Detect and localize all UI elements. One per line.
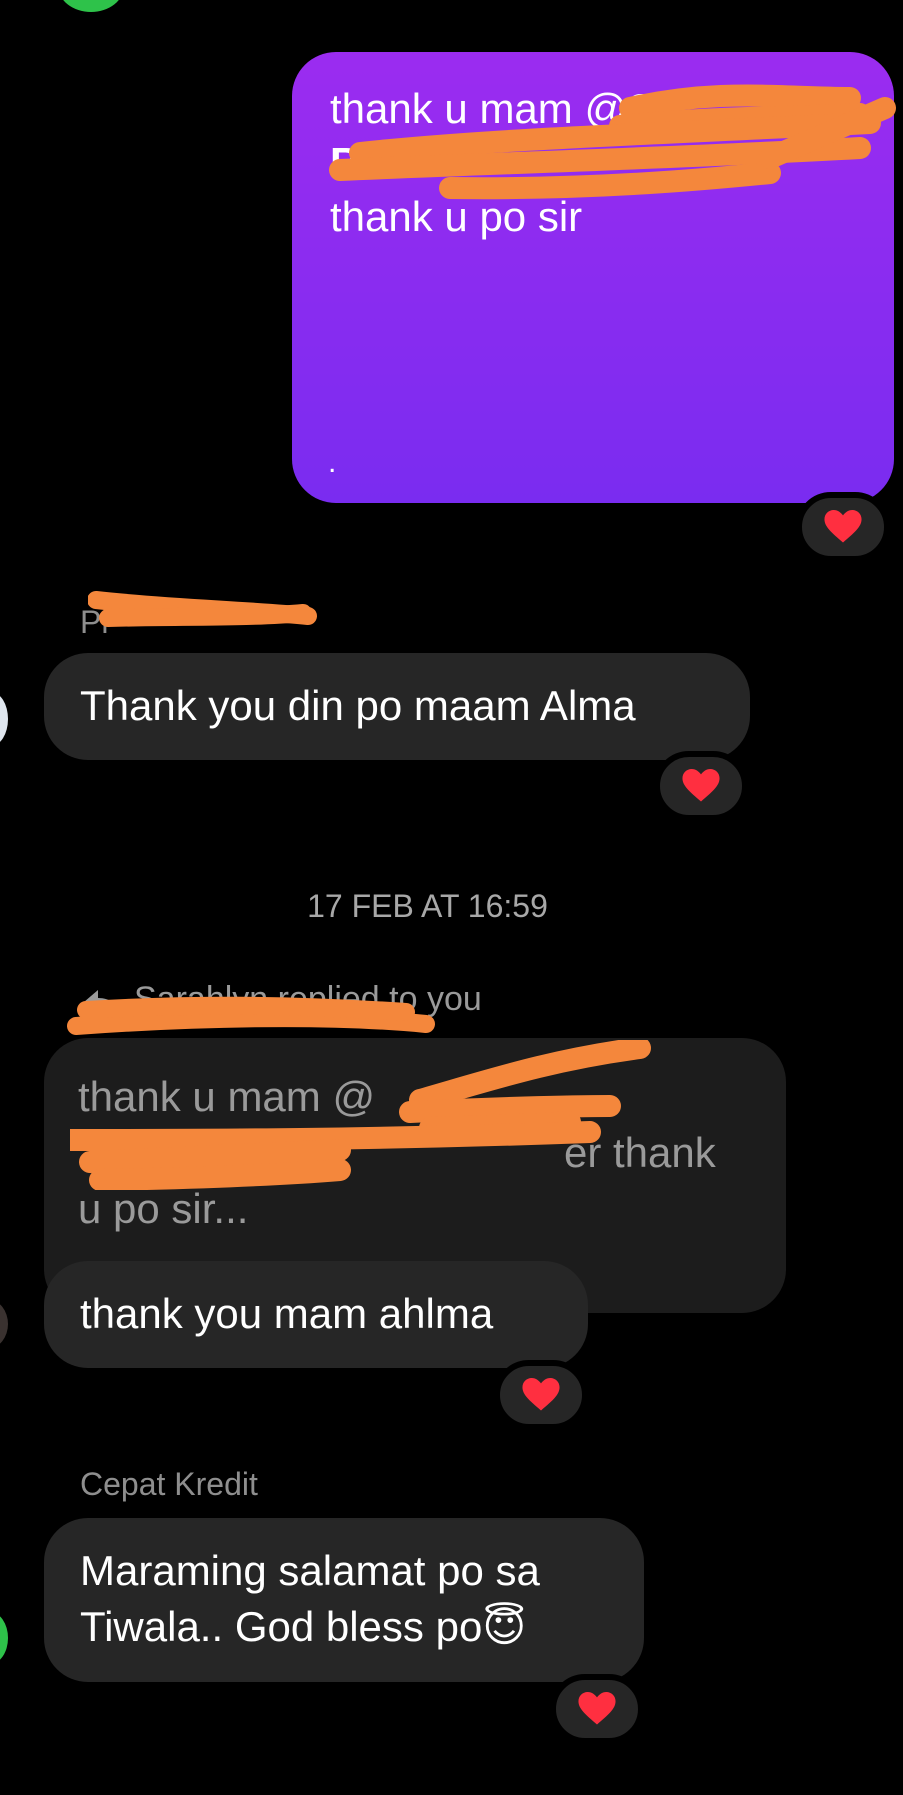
timestamp-divider: 17 FEB AT 16:59 (307, 888, 548, 924)
reaction-heart[interactable] (494, 1360, 588, 1430)
message-text: Thank you din po maam Alma (80, 682, 636, 729)
avatar[interactable] (0, 1300, 8, 1348)
reaction-heart[interactable] (550, 1674, 644, 1744)
message-text-line: thank u po sir (330, 193, 583, 240)
smiling-halo-emoji-icon: 😇 (482, 1603, 527, 1650)
avatar[interactable] (58, 0, 124, 12)
message-text-line: Maraming salamat po sa (80, 1547, 540, 1594)
message-text: thank you mam ahlma (80, 1290, 494, 1337)
sender-name: Cepat Kredit (80, 1466, 258, 1502)
quoted-text-line: thank u mam @ (78, 1073, 376, 1120)
incoming-message-bubble[interactable]: Thank you din po maam Alma (44, 653, 750, 760)
message-text-line: Bi (330, 139, 372, 186)
avatar[interactable] (0, 1612, 8, 1664)
sender-name: Pi (80, 604, 109, 640)
incoming-message-bubble[interactable]: thank you mam ahlma (44, 1261, 588, 1368)
reaction-heart[interactable] (654, 751, 748, 821)
heart-icon (682, 769, 720, 802)
reply-label: Sarahlyn replied to you (134, 980, 482, 1018)
reply-arrow-icon (84, 990, 120, 1016)
message-text-line: Tiwala.. God bless po😇 (80, 1600, 526, 1654)
heart-icon (824, 510, 862, 543)
heart-icon (578, 1692, 616, 1725)
quoted-text-line: er thank (564, 1129, 716, 1176)
redaction-scribble (88, 591, 317, 627)
message-text-dot: . (328, 446, 337, 479)
outgoing-message-bubble[interactable]: thank u mam @Sa Bi thank u po sir . (292, 52, 894, 503)
reaction-heart[interactable] (796, 492, 890, 562)
message-text-line: thank u mam @Sa (330, 85, 679, 132)
incoming-message-bubble[interactable]: Maraming salamat po sa Tiwala.. God bles… (44, 1518, 644, 1682)
avatar[interactable] (0, 692, 8, 746)
message-text: Tiwala.. God bless po (80, 1603, 483, 1650)
quoted-text-line: u po sir... (78, 1185, 249, 1232)
heart-icon (522, 1378, 560, 1411)
